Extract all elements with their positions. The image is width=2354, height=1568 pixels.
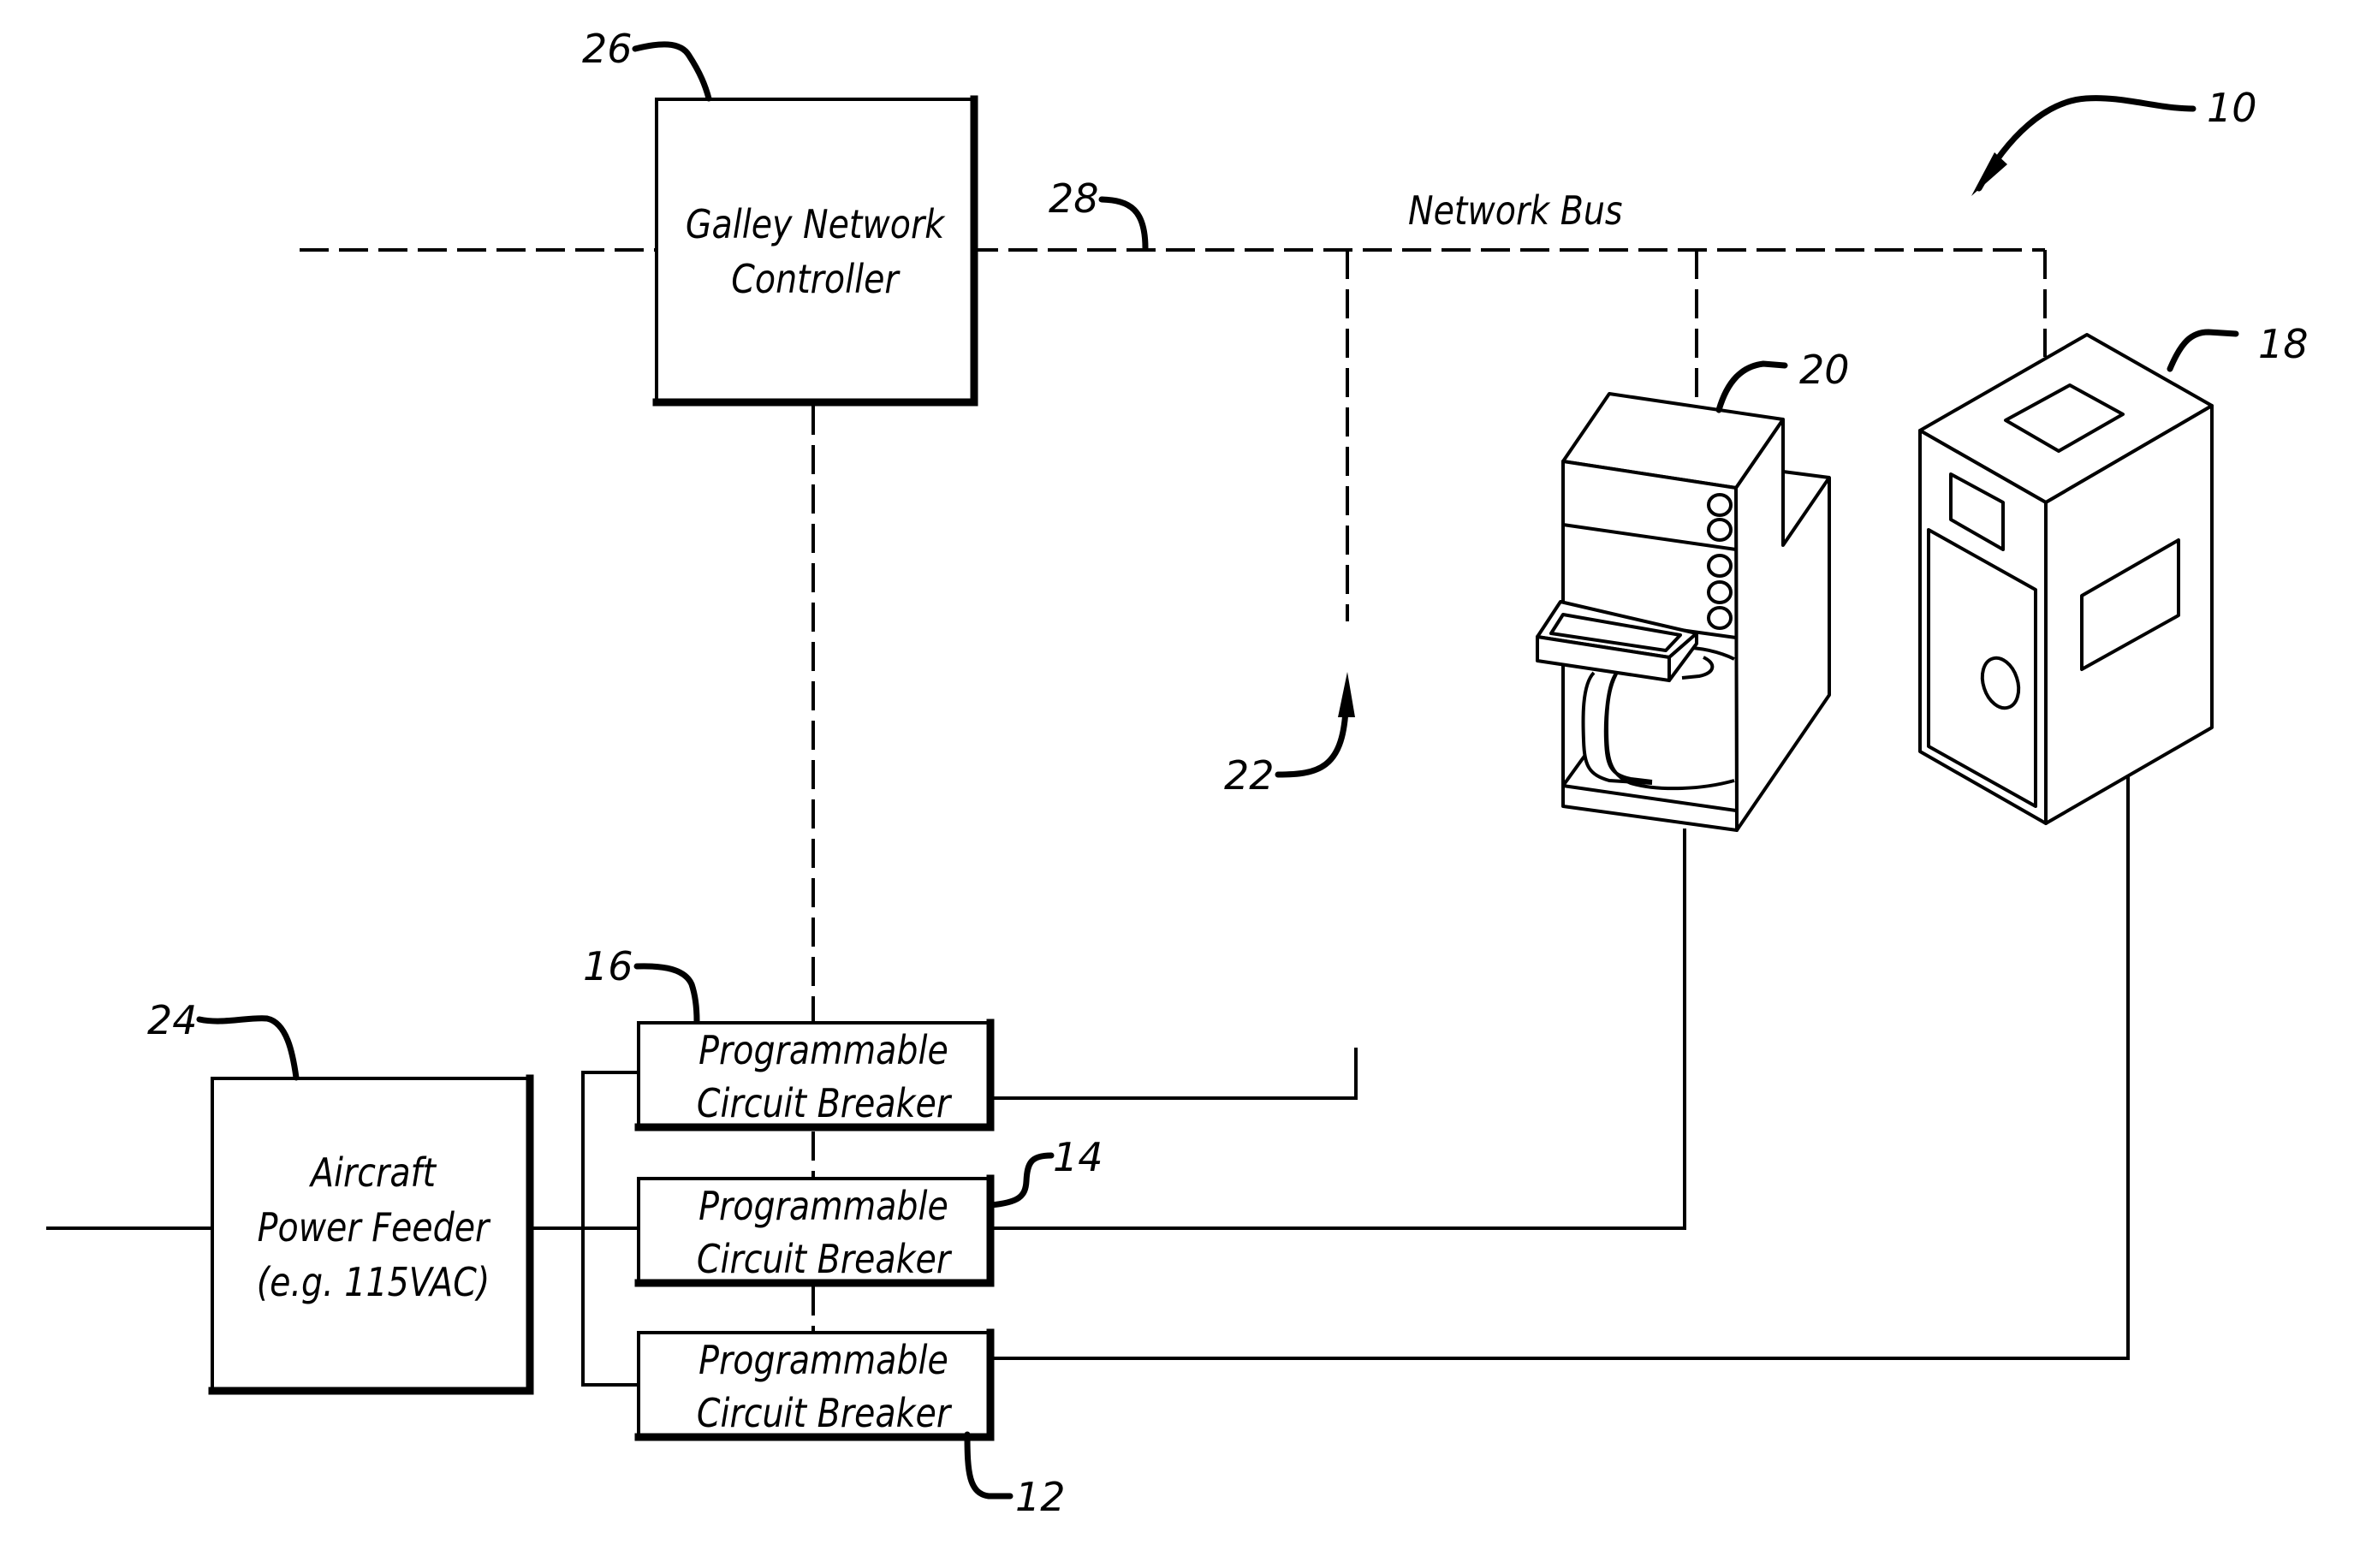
leader-16 [633,963,700,1025]
controller-label-line2: Controller [731,257,901,303]
reference-20: 20 [1715,347,1850,413]
controller-box [655,98,975,404]
ref-label-26: 26 [582,26,633,72]
breaker-16-output-line [989,1048,1358,1100]
leader-20 [1715,360,1788,413]
breaker-12-label-line2: Circuit Breaker [697,1391,952,1437]
ref-label-20: 20 [1799,347,1850,393]
breaker-16-label-line2: Circuit Breaker [697,1081,952,1127]
controller-label-line1: Galley Network [686,202,946,248]
ref-label-10: 10 [2207,85,2257,131]
breaker-14-label-line1: Programmable [698,1184,948,1230]
ref-label-12: 12 [1015,1474,1066,1520]
arrowhead-10 [1971,152,2007,196]
feeder-label-line2: Power Feeder [258,1205,491,1251]
reference-14: 14 [987,1134,1103,1209]
reference-10: 10 [1971,85,2257,196]
leader-12 [964,1431,1014,1500]
ref-label-18: 18 [2258,321,2309,367]
galley-network-controller: Galley Network Controller [652,95,978,407]
reference-16: 16 [583,943,700,1025]
ref-label-28: 28 [1049,175,1099,222]
breaker-12-label-line1: Programmable [698,1338,948,1384]
feeder-label-line3: (e.g. 115VAC) [257,1260,490,1306]
feeder-label-line1: Aircraft [308,1150,437,1197]
arrowhead-22 [1338,672,1355,717]
leader-22 [1275,707,1349,778]
circuit-breaker-16: Programmable Circuit Breaker [634,1019,1358,1131]
reference-18: 18 [2167,321,2309,372]
breaker-14-label-line2: Circuit Breaker [697,1237,952,1283]
leader-14 [987,1152,1055,1209]
reference-28: 28 [1049,175,1149,252]
coffee-maker-step-top [1782,470,1830,479]
breaker-16-label-line1: Programmable [698,1028,948,1074]
reference-24: 24 [147,997,300,1081]
leader-24 [196,1015,300,1081]
ref-label-24: 24 [147,997,198,1043]
leader-26 [632,41,712,102]
leader-10 [1976,95,2196,192]
ref-label-22: 22 [1224,752,1275,799]
reference-12: 12 [964,1431,1066,1520]
ref-label-16: 16 [583,943,633,989]
coffee-maker-side [1734,418,1831,832]
leader-18 [2167,329,2239,372]
reference-26: 26 [582,26,712,102]
reference-22: 22 [1224,672,1355,799]
aircraft-power-feeder: Aircraft Power Feeder (e.g. 115VAC) [46,1074,640,1395]
ref-label-14: 14 [1053,1134,1103,1180]
galley-power-network-diagram: Network Bus Galley Network Controller Ai… [0,0,2354,1568]
coffee-maker-icon [1536,392,1831,832]
leader-28 [1098,196,1149,252]
oven-icon [1918,333,2214,825]
breaker-12-output-line [989,773,2130,1360]
network-bus-label: Network Bus [1408,188,1623,235]
